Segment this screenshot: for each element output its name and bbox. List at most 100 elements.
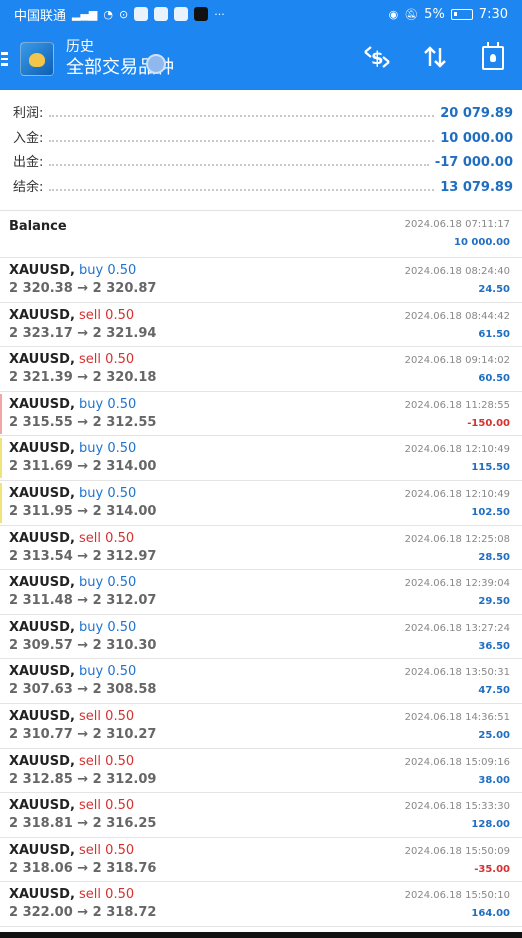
- deal-type: buy: [79, 619, 104, 635]
- status-bar: 中国联通 ▂▄▆ ◔ ⊙ ··· ◉ 🔕︎ 5% 7:30: [0, 0, 522, 28]
- deal-symbol: XAUUSD,: [9, 798, 75, 814]
- calendar-user-icon[interactable]: [478, 42, 508, 72]
- mute-bell-icon: 🔕︎: [404, 7, 419, 21]
- deal-profit: 128.00: [471, 819, 510, 831]
- deal-row[interactable]: XAUUSD, sell 0.50 2 323.17 → 2 321.94 2024…: [0, 303, 522, 348]
- deal-header: XAUUSD, sell 0.50: [9, 843, 134, 858]
- deal-symbol: XAUUSD,: [9, 485, 75, 501]
- deal-prices: 2 318.06 → 2 318.76: [9, 860, 157, 876]
- deal-row[interactable]: XAUUSD, sell 0.50 2 312.85 → 2 312.09 2024…: [0, 749, 522, 794]
- deal-volume: 0.50: [105, 753, 135, 769]
- deal-header: XAUUSD, buy 0.50: [9, 441, 136, 456]
- deal-row[interactable]: XAUUSD, buy 0.50 2 311.95 → 2 314.00 2024.…: [0, 481, 522, 526]
- deal-row[interactable]: XAUUSD, buy 0.50 2 320.38 → 2 320.87 2024.…: [0, 258, 522, 303]
- deal-volume: 0.50: [105, 307, 135, 323]
- deal-symbol: XAUUSD,: [9, 708, 75, 724]
- deal-symbol: XAUUSD,: [9, 263, 75, 278]
- deal-time: 2024.06.18 12:39:04: [404, 578, 510, 590]
- dotted-leader: [49, 115, 435, 117]
- deal-row[interactable]: XAUUSD, buy 0.50 2 307.63 → 2 308.58 2024.…: [0, 659, 522, 704]
- deal-time: 2024.06.18 08:24:40: [404, 266, 510, 277]
- sort-arrows-icon[interactable]: [420, 42, 450, 72]
- deal-type: sell: [79, 352, 102, 368]
- deal-row[interactable]: XAUUSD, sell 0.50 2 322.00 → 2 318.72 2024…: [0, 882, 522, 927]
- deal-prices: 2 309.57 → 2 310.30: [9, 637, 157, 653]
- deal-prices: 2 322.00 → 2 318.72: [9, 905, 157, 921]
- summary-label: 入金:: [13, 130, 44, 146]
- deal-time: 2024.06.18 12:10:49: [404, 488, 510, 500]
- signal-icon: ▂▄▆: [72, 7, 98, 21]
- floating-touch-dot[interactable]: [146, 54, 166, 74]
- deal-symbol: XAUUSD,: [9, 753, 75, 769]
- balance-label: Balance: [9, 219, 67, 234]
- deal-type: buy: [79, 263, 104, 278]
- wifi-icon: ◔: [103, 7, 114, 21]
- deal-row[interactable]: XAUUSD, buy 0.50 2 311.69 → 2 314.00 2024.…: [0, 436, 522, 481]
- deal-volume: 0.50: [107, 263, 137, 278]
- deal-prices: 2 320.38 → 2 320.87: [9, 281, 157, 296]
- balance-row[interactable]: Balance 2024.06.18 07:11:17 10 000.00: [0, 211, 522, 258]
- more-notifications-icon: ···: [214, 7, 225, 21]
- deal-volume: 0.50: [105, 887, 135, 903]
- deal-time: 2024.06.18 07:11:17: [404, 219, 510, 230]
- deal-header: XAUUSD, sell 0.50: [9, 754, 134, 769]
- summary-value: 13 079.89: [440, 179, 513, 195]
- deal-row[interactable]: XAUUSD, buy 0.50 2 309.57 → 2 310.30 2024.…: [0, 615, 522, 660]
- deal-time: 2024.06.18 15:09:16: [404, 756, 510, 768]
- deal-profit: 164.00: [471, 908, 510, 920]
- deal-volume: 0.50: [107, 619, 137, 635]
- deal-symbol: XAUUSD,: [9, 842, 75, 858]
- dollar-swap-icon[interactable]: $: [362, 42, 392, 72]
- deal-row[interactable]: XAUUSD, sell 0.50 2 318.06 → 2 318.76 2024…: [0, 838, 522, 883]
- deal-row[interactable]: XAUUSD, sell 0.50 2 321.39 → 2 320.18 2024…: [0, 347, 522, 392]
- deal-symbol: XAUUSD,: [9, 887, 75, 903]
- deal-time: 2024.06.18 12:25:08: [404, 533, 510, 545]
- deal-volume: 0.50: [105, 708, 135, 724]
- summary-value: -17 000.00: [434, 155, 513, 170]
- deal-row[interactable]: XAUUSD, sell 0.50 2 313.54 → 2 312.97 2024…: [0, 526, 522, 571]
- deal-prices: 2 323.17 → 2 321.94: [9, 325, 157, 341]
- deal-prices: 2 313.54 → 2 312.97: [9, 548, 157, 564]
- deal-type: sell: [79, 798, 102, 814]
- deal-header: XAUUSD, buy 0.50: [9, 263, 136, 278]
- deal-time: 2024.06.18 08:44:42: [404, 310, 510, 322]
- deal-time: 2024.06.18 15:33:30: [404, 801, 510, 813]
- deal-prices: 2 315.55 → 2 312.55: [9, 414, 157, 430]
- deal-symbol: XAUUSD,: [9, 530, 75, 546]
- deal-header: XAUUSD, sell 0.50: [9, 798, 134, 813]
- summary-label: 出金:: [13, 155, 44, 170]
- deal-row[interactable]: XAUUSD, buy 0.50 2 315.55 → 2 312.55 2024.…: [0, 392, 522, 437]
- svg-text:$: $: [371, 48, 384, 69]
- deal-profit: 36.50: [478, 640, 510, 652]
- deal-volume: 0.50: [107, 664, 137, 680]
- deal-row[interactable]: XAUUSD, buy 0.50 2 311.48 → 2 312.07 2024.…: [0, 570, 522, 615]
- deal-row[interactable]: XAUUSD, sell 0.50 2 318.81 → 2 316.25 2024…: [0, 793, 522, 838]
- deal-prices: 2 318.81 → 2 316.25: [9, 816, 157, 832]
- deal-type: buy: [79, 485, 104, 501]
- tiktok-icon: [194, 7, 209, 21]
- deal-profit: 60.50: [478, 373, 510, 385]
- deal-type: sell: [79, 708, 102, 724]
- summary-row-balance: 结余: 13 079.89: [13, 176, 513, 201]
- app-notification-icon: [174, 7, 189, 21]
- deal-header: XAUUSD, sell 0.50: [9, 352, 134, 367]
- highlight-marker: [0, 482, 2, 523]
- bottom-edge: [0, 932, 522, 938]
- deal-volume: 0.50: [107, 396, 137, 412]
- deal-volume: 0.50: [105, 530, 135, 546]
- deal-time: 2024.06.18 09:14:02: [404, 355, 510, 367]
- deal-symbol: XAUUSD,: [9, 664, 75, 680]
- deal-profit: 61.50: [478, 328, 510, 340]
- deal-row[interactable]: XAUUSD, sell 0.50 2 310.77 → 2 310.27 2024…: [0, 704, 522, 749]
- deal-prices: 2 307.63 → 2 308.58: [9, 682, 157, 698]
- deal-type: sell: [79, 307, 102, 323]
- deal-type: buy: [79, 396, 104, 412]
- battery-percent: 5%: [424, 6, 445, 22]
- deal-volume: 0.50: [105, 798, 135, 814]
- dotted-leader: [49, 139, 435, 142]
- deal-type: sell: [79, 530, 102, 546]
- deal-time: 2024.06.18 12:10:49: [404, 444, 510, 456]
- deal-time: 2024.06.18 13:27:24: [404, 622, 510, 634]
- deal-profit: 24.50: [478, 284, 510, 295]
- menu-icon[interactable]: [0, 52, 12, 66]
